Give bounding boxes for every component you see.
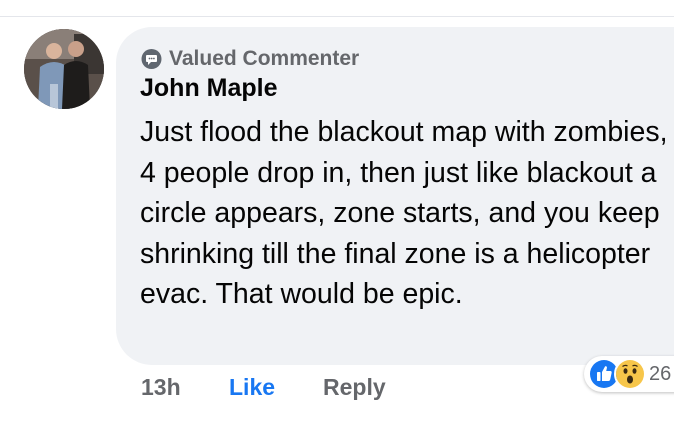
reply-button[interactable]: Reply <box>323 374 386 401</box>
divider <box>0 16 674 17</box>
timestamp[interactable]: 13h <box>141 374 229 401</box>
avatar[interactable] <box>24 29 104 109</box>
author-name[interactable]: John Maple <box>140 74 278 103</box>
comment-actions: 13h Like Reply <box>141 370 386 404</box>
reactions-summary[interactable]: 26 <box>584 356 674 392</box>
valued-commenter-badge[interactable]: Valued Commenter <box>140 46 359 72</box>
speech-bubble-badge-icon <box>140 48 163 71</box>
reaction-count: 26 <box>649 362 672 385</box>
badge-label: Valued Commenter <box>169 47 360 70</box>
wow-icon <box>614 358 646 390</box>
avatar-photo <box>24 29 104 109</box>
comment-screen: Valued Commenter John Maple Just flood t… <box>0 0 674 424</box>
comment-text: Just flood the blackout map with zombies… <box>140 116 668 310</box>
like-button[interactable]: Like <box>229 374 323 401</box>
